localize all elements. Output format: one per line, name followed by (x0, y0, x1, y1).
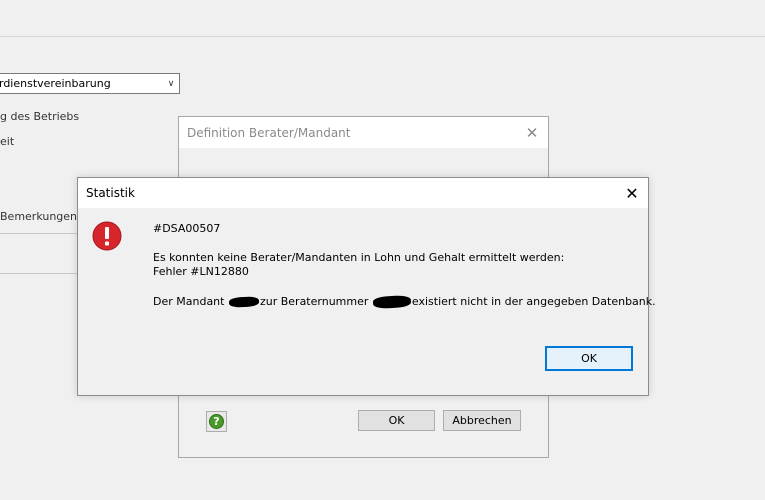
definition-ok-button[interactable]: OK (358, 410, 435, 431)
label-betrieb: g des Betriebs (0, 110, 80, 123)
line3-part1: Der Mandant (153, 295, 225, 308)
label-zeit: eit (0, 135, 15, 148)
error-message-line3: Der Mandant zur Beraternummer existiert … (153, 295, 656, 309)
line3-part2: zur Beraternummer (259, 295, 369, 308)
error-icon (92, 221, 122, 251)
close-icon[interactable]: ✕ (516, 124, 548, 142)
close-icon[interactable]: ✕ (616, 184, 648, 203)
help-button[interactable]: ? (206, 411, 227, 432)
line3-part3: existiert nicht in der angegeben Datenba… (411, 295, 656, 308)
error-code: #DSA00507 (153, 222, 221, 235)
definition-cancel-button[interactable]: Abbrechen (443, 410, 521, 431)
statistik-dialog-titlebar: Statistik ✕ (78, 178, 648, 208)
agreement-select[interactable]: rdienstvereinbarung ∨ (0, 73, 180, 94)
error-message-line1: Es konnten keine Berater/Mandanten in Lo… (153, 251, 565, 264)
statistik-dialog-title: Statistik (86, 186, 135, 200)
redaction-mark (228, 296, 260, 308)
label-bemerkungen: Bemerkungen a (0, 210, 88, 223)
definition-dialog-titlebar: Definition Berater/Mandant ✕ (179, 117, 548, 148)
redaction-mark (372, 295, 412, 309)
chevron-down-icon: ∨ (167, 78, 175, 89)
statistik-ok-button[interactable]: OK (545, 346, 633, 371)
agreement-select-value: rdienstvereinbarung (0, 77, 111, 90)
app-toolbar-area (0, 0, 765, 37)
help-icon: ? (209, 414, 224, 429)
definition-dialog-title: Definition Berater/Mandant (187, 125, 351, 140)
error-message-line2: Fehler #LN12880 (153, 265, 249, 278)
statistik-dialog: Statistik ✕ #DSA00507 Es konnten keine B… (77, 177, 656, 396)
